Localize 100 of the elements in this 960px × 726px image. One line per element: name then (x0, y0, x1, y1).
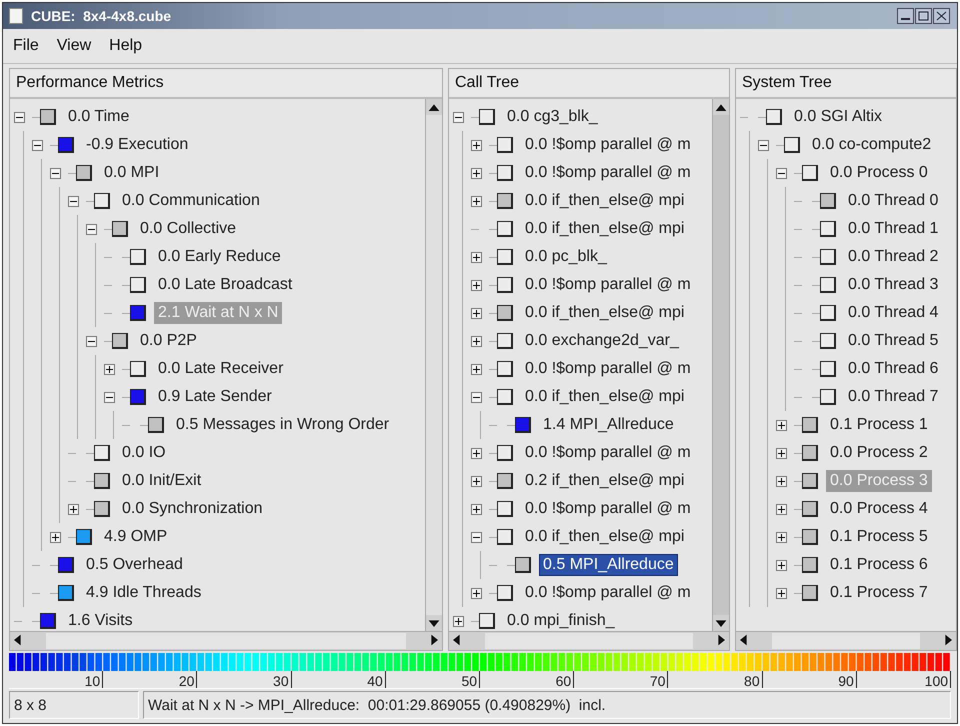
tree-item[interactable]: -0.9 Execution (82, 134, 192, 156)
menu-item[interactable]: View (56, 37, 92, 55)
tree-item[interactable]: 0.0 !$omp parallel @ m (521, 274, 695, 296)
tree-item[interactable]: 0.0 Thread 7 (844, 386, 942, 408)
tree-item[interactable]: 1.4 MPI_Allreduce (539, 414, 678, 436)
vertical-scrollbar[interactable] (712, 99, 729, 631)
expand-icon[interactable] (471, 252, 482, 262)
tree-item[interactable]: 0.0 Thread 5 (844, 330, 942, 352)
collapse-icon[interactable] (14, 112, 25, 122)
expand-icon[interactable] (104, 364, 115, 374)
tree-item[interactable]: 0.0 Communication (118, 190, 264, 212)
horizontal-scrollbar[interactable] (736, 631, 956, 650)
expand-icon[interactable] (471, 280, 482, 290)
collapse-icon[interactable] (104, 392, 115, 402)
menu-item[interactable]: File (13, 37, 39, 55)
tree-item[interactable]: 0.0 cg3_blk_ (503, 106, 602, 128)
tree-item[interactable]: 0.0 Collective (136, 218, 240, 240)
menu-item[interactable]: Help (109, 37, 142, 55)
expand-icon[interactable] (776, 588, 787, 598)
collapse-icon[interactable] (471, 532, 482, 542)
collapse-icon[interactable] (776, 168, 787, 178)
expand-icon[interactable] (471, 476, 482, 486)
tree-item[interactable]: 0.0 Late Broadcast (154, 274, 296, 296)
horizontal-scrollbar[interactable] (449, 631, 729, 650)
tree-item[interactable]: 1.6 Visits (64, 610, 137, 631)
tree-item[interactable]: 0.0 !$omp parallel @ m (521, 582, 695, 604)
tree-item[interactable]: 0.0 !$omp parallel @ m (521, 162, 695, 184)
expand-icon[interactable] (471, 364, 482, 374)
horizontal-scrollbar[interactable] (10, 631, 442, 650)
window-controls-icon[interactable] (897, 8, 951, 24)
scale-tick-label: 60 (556, 674, 572, 688)
collapse-icon[interactable] (68, 196, 79, 206)
tree-item[interactable]: 0.5 MPI_Allreduce (539, 554, 678, 576)
tree-item[interactable]: 0.0 Process 2 (826, 442, 932, 464)
expand-icon[interactable] (471, 336, 482, 346)
tree-item[interactable]: 0.0 if_then_else@ mpi (521, 302, 688, 324)
tree-item[interactable]: 0.1 Process 1 (826, 414, 932, 436)
tree-item[interactable]: 0.0 if_then_else@ mpi (521, 190, 688, 212)
tree-item[interactable]: 0.0 !$omp parallel @ m (521, 442, 695, 464)
tree-item[interactable]: 0.0 co-compute2 (808, 134, 936, 156)
tree-item[interactable]: 0.0 !$omp parallel @ m (521, 134, 695, 156)
tree-item[interactable]: 0.0 Thread 1 (844, 218, 942, 240)
collapse-icon[interactable] (471, 392, 482, 402)
tree-item[interactable]: 0.1 Process 6 (826, 554, 932, 576)
tree-item[interactable]: 0.0 SGI Altix (790, 106, 886, 128)
tree-item[interactable]: 0.0 Init/Exit (118, 470, 206, 492)
tree-item[interactable]: 0.0 if_then_else@ mpi (521, 526, 688, 548)
tree-item[interactable]: 0.0 Process 0 (826, 162, 932, 184)
tree-item[interactable]: 0.1 Process 7 (826, 582, 932, 604)
tree-item[interactable]: 0.0 P2P (136, 330, 201, 352)
tree-item[interactable]: 0.0 mpi_finish_ (503, 610, 619, 631)
expand-icon[interactable] (471, 140, 482, 150)
tree-item[interactable]: 0.0 Time (64, 106, 134, 128)
tree-item[interactable]: 0.0 Synchronization (118, 498, 267, 520)
expand-icon[interactable] (776, 560, 787, 570)
tree-item[interactable]: 0.5 Overhead (82, 554, 187, 576)
scale-tick-label: 50 (461, 674, 478, 688)
expand-icon[interactable] (776, 476, 787, 486)
tree-item[interactable]: 0.0 Late Receiver (154, 358, 288, 380)
expand-icon[interactable] (68, 504, 79, 514)
tree-item[interactable]: 0.0 if_then_else@ mpi (521, 386, 688, 408)
tree-item[interactable]: 0.0 pc_blk_ (521, 246, 611, 268)
tree-item[interactable]: 0.0 MPI (100, 162, 164, 184)
tree-item[interactable]: 4.9 OMP (100, 526, 172, 548)
expand-icon[interactable] (453, 616, 464, 626)
tree-item[interactable]: 0.9 Late Sender (154, 386, 276, 408)
collapse-icon[interactable] (758, 140, 769, 150)
expand-icon[interactable] (471, 588, 482, 598)
tree-item[interactable]: 0.0 Thread 3 (844, 274, 942, 296)
collapse-icon[interactable] (32, 140, 43, 150)
tree-item[interactable]: 0.0 !$omp parallel @ m (521, 498, 695, 520)
tree-item[interactable]: 0.0 Thread 0 (844, 190, 942, 212)
tree-item[interactable]: 0.0 Thread 6 (844, 358, 942, 380)
expand-icon[interactable] (776, 504, 787, 514)
expand-icon[interactable] (50, 532, 61, 542)
collapse-icon[interactable] (86, 336, 97, 346)
collapse-icon[interactable] (50, 168, 61, 178)
tree-item[interactable]: 0.0 IO (118, 442, 170, 464)
expand-icon[interactable] (471, 504, 482, 514)
tree-item[interactable]: 4.9 Idle Threads (82, 582, 206, 604)
tree-item[interactable]: 0.0 exchange2d_var_ (521, 330, 683, 352)
tree-item[interactable]: 0.0 Thread 2 (844, 246, 942, 268)
expand-icon[interactable] (471, 168, 482, 178)
expand-icon[interactable] (776, 420, 787, 430)
collapse-icon[interactable] (453, 112, 464, 122)
expand-icon[interactable] (471, 308, 482, 318)
expand-icon[interactable] (776, 448, 787, 458)
expand-icon[interactable] (471, 196, 482, 206)
vertical-scrollbar[interactable] (425, 99, 442, 631)
tree-item[interactable]: 0.2 if_then_else@ mpi (521, 470, 688, 492)
expand-icon[interactable] (471, 448, 482, 458)
tree-item[interactable]: 0.5 Messages in Wrong Order (172, 414, 394, 436)
collapse-icon[interactable] (86, 224, 97, 234)
tree-item[interactable]: 0.0 !$omp parallel @ m (521, 358, 695, 380)
tree-item[interactable]: 0.0 if_then_else@ mpi (521, 218, 688, 240)
tree-item[interactable]: 0.0 Thread 4 (844, 302, 942, 324)
tree-item[interactable]: 0.1 Process 5 (826, 526, 932, 548)
expand-icon[interactable] (776, 532, 787, 542)
tree-item[interactable]: 0.0 Early Reduce (154, 246, 285, 268)
tree-item[interactable]: 0.0 Process 4 (826, 498, 932, 520)
